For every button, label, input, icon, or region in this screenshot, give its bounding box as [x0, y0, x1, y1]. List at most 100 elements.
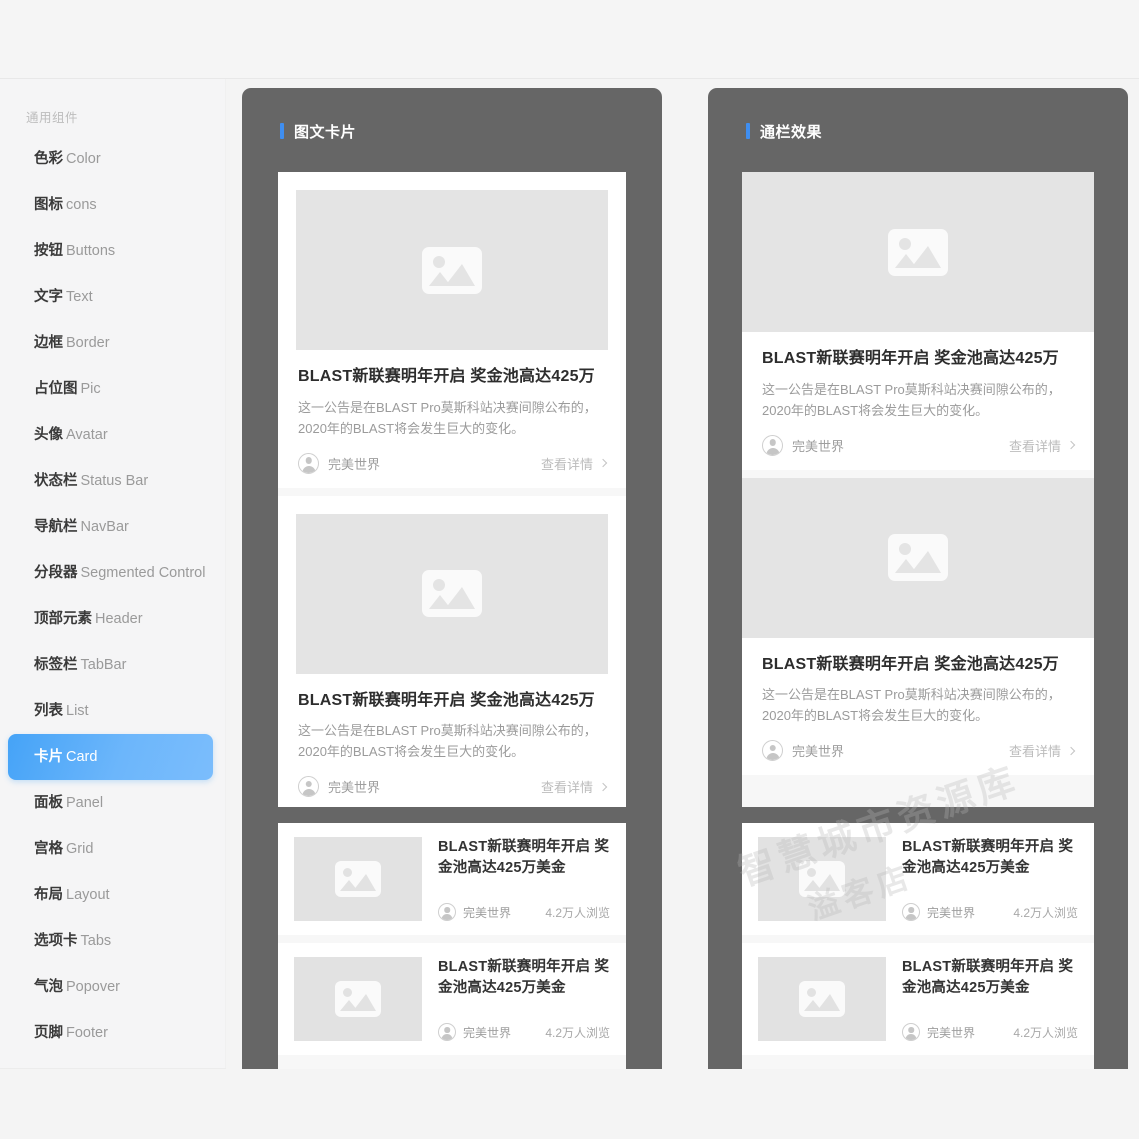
- sidebar-nav: 通用组件 色彩 Color 图标 cons 按钮 Buttons 文字 Text 边框 Borde…: [0, 79, 226, 1069]
- view-detail-link[interactable]: 查看详情: [1009, 741, 1076, 760]
- card-body: BLAST新联赛明年开启 奖金池高达425万 这一公告是在BLAST Pro莫斯科…: [742, 332, 1094, 470]
- sidebar-item-list: 色彩 Color 图标 cons 按钮 Buttons 文字 Text 边框 Border 占位图 P…: [0, 136, 225, 1056]
- sidebar-item-label-en: NavBar: [80, 519, 129, 535]
- image-text-card[interactable]: BLAST新联赛明年开启 奖金池高达425万 这一公告是在BLAST Pro莫斯科…: [278, 495, 626, 807]
- sidebar-item-label-en: List: [66, 703, 89, 719]
- sidebar-item-label-cn: 列表: [34, 703, 63, 719]
- sidebar-item-status-bar[interactable]: 状态栏 Status Bar: [8, 458, 213, 504]
- view-detail-link[interactable]: 查看详情: [541, 777, 608, 796]
- list-card-body: BLAST新联赛明年开启 奖金池高达425万美金 完美世界 4.2万人浏览: [422, 837, 610, 921]
- image-placeholder-icon: [335, 861, 381, 897]
- sidebar-item-label-cn: 顶部元素: [34, 611, 92, 627]
- list-card-title: BLAST新联赛明年开启 奖金池高达425万美金: [902, 959, 1074, 997]
- card-description: 这一公告是在BLAST Pro莫斯科站决赛间隙公布的，2020年的BLAST将会…: [298, 723, 597, 760]
- sidebar-item-tabbar[interactable]: 标签栏 TabBar: [8, 642, 213, 688]
- sidebar-item-text[interactable]: 文字 Text: [8, 274, 213, 320]
- chevron-right-icon: [1066, 746, 1076, 756]
- card-author: 完美世界: [762, 434, 845, 456]
- list-card-author-name: 完美世界: [927, 1025, 976, 1040]
- view-detail-link[interactable]: 查看详情: [541, 454, 608, 473]
- sidebar-item-label-en: Status Bar: [80, 473, 149, 489]
- sidebar-item-border[interactable]: 边框 Border: [8, 320, 213, 366]
- list-card-body: BLAST新联赛明年开启 奖金池高达425万美金 完美世界 4.2万人浏览: [886, 837, 1078, 921]
- sidebar-item-label-en: Pic: [80, 381, 101, 397]
- panel-image-text-card: 图文卡片 BLAST新联赛明年开启 奖金池高达425万这一公告是在BLAST Pr…: [242, 88, 662, 1088]
- image-text-card[interactable]: BLAST新联赛明年开启 奖金池高达425万 这一公告是在BLAST Pro莫斯科…: [742, 172, 1094, 470]
- chevron-right-icon: [1066, 440, 1076, 450]
- view-detail-label: 查看详情: [1008, 438, 1061, 454]
- card-group-image-text: BLAST新联赛明年开启 奖金池高达425万 这一公告是在BLAST Pro莫斯科…: [742, 172, 1094, 807]
- list-card-author: 完美世界: [902, 1023, 975, 1041]
- card-footer: 完美世界 查看详情: [298, 452, 608, 474]
- card-thumbnail: [296, 190, 608, 350]
- sidebar-item-label-en: Header: [95, 611, 143, 627]
- card-footer: 完美世界 查看详情: [762, 740, 1076, 762]
- list-card-thumbnail: [294, 957, 422, 1041]
- sidebar-item-cons[interactable]: 图标 cons: [8, 182, 213, 228]
- card-group-image-text: BLAST新联赛明年开启 奖金池高达425万这一公告是在BLAST Pro莫斯科…: [278, 172, 626, 807]
- sidebar-item-layout[interactable]: 布局 Layout: [8, 872, 213, 918]
- avatar: [438, 903, 456, 921]
- card-title: BLAST新联赛明年开启 奖金池高达425万: [298, 368, 595, 385]
- list-card[interactable]: BLAST新联赛明年开启 奖金池高达425万美金 完美世界 4.2万人浏览: [278, 943, 626, 1055]
- sidebar-item-tabs[interactable]: 选项卡 Tabs: [8, 918, 213, 964]
- sidebar-item-label-en: Color: [66, 151, 101, 167]
- sidebar-item-pic[interactable]: 占位图 Pic: [8, 366, 213, 412]
- image-placeholder-icon: [335, 981, 381, 1017]
- list-card[interactable]: BLAST新联赛明年开启 奖金池高达425万美金 完美世界 4.2万人浏览: [278, 823, 626, 935]
- sidebar-item-label-en: TabBar: [80, 657, 127, 673]
- sidebar-item-list[interactable]: 列表 List: [8, 688, 213, 734]
- sidebar-item-buttons[interactable]: 按钮 Buttons: [8, 228, 213, 274]
- list-card[interactable]: BLAST新联赛明年开启 奖金池高达425万美金 完美世界 4.2万人浏览: [742, 823, 1094, 935]
- card-group-list: BLAST新联赛明年开启 奖金池高达425万美金 完美世界 4.2万人浏览 BLAST…: [278, 823, 626, 1088]
- panel-title-text: 通栏效果: [760, 123, 823, 141]
- sidebar-item-label-en: Layout: [66, 887, 110, 903]
- card-thumbnail-wrap: [742, 477, 1094, 638]
- list-card-view-count: 4.2万人浏览: [1013, 905, 1078, 920]
- sidebar-item-label-cn: 边框: [34, 335, 63, 351]
- sidebar-item-color[interactable]: 色彩 Color: [8, 136, 213, 182]
- sidebar-item-segmented-control[interactable]: 分段器 Segmented Control: [8, 550, 213, 596]
- list-card-thumbnail: [294, 837, 422, 921]
- list-card-author: 完美世界: [902, 903, 975, 921]
- avatar: [762, 740, 783, 762]
- sidebar-item-label-en: Border: [66, 335, 110, 351]
- sidebar-item-label-cn: 文字: [34, 289, 63, 305]
- sidebar-item-panel[interactable]: 面板 Panel: [8, 780, 213, 826]
- placeholder-mountain-icon: [429, 263, 475, 286]
- list-card-title: BLAST新联赛明年开启 奖金池高达425万美金: [438, 839, 610, 877]
- sidebar-item-label-cn: 气泡: [34, 979, 63, 995]
- card-title: BLAST新联赛明年开启 奖金池高达425万: [762, 350, 1059, 367]
- list-card-author: 完美世界: [438, 1023, 511, 1041]
- sidebar-item-label-cn: 按钮: [34, 243, 63, 259]
- image-text-card[interactable]: BLAST新联赛明年开启 奖金池高达425万 这一公告是在BLAST Pro莫斯科…: [278, 172, 626, 488]
- list-card-thumbnail: [758, 957, 886, 1041]
- placeholder-mountain-icon: [804, 874, 840, 891]
- sidebar-item-label-en: Segmented Control: [80, 565, 206, 581]
- sidebar-item-popover[interactable]: 气泡 Popover: [8, 964, 213, 1010]
- image-placeholder-icon: [422, 570, 482, 618]
- list-card-view-count: 4.2万人浏览: [545, 1025, 610, 1040]
- list-card[interactable]: BLAST新联赛明年开启 奖金池高达425万美金 完美世界 4.2万人浏览: [742, 943, 1094, 1055]
- panel-title: 通栏效果: [746, 119, 1128, 143]
- image-text-card[interactable]: BLAST新联赛明年开启 奖金池高达425万 这一公告是在BLAST Pro莫斯科…: [742, 477, 1094, 776]
- card-author-name: 完美世界: [792, 438, 845, 454]
- placeholder-mountain-icon: [429, 587, 475, 610]
- sidebar-item-avatar[interactable]: 头像 Avatar: [8, 412, 213, 458]
- view-detail-link[interactable]: 查看详情: [1008, 436, 1076, 455]
- card-author-name: 完美世界: [328, 456, 381, 472]
- sidebar-item-header[interactable]: 顶部元素 Header: [8, 596, 213, 642]
- sidebar-item-footer[interactable]: 页脚 Footer: [8, 1010, 213, 1056]
- sidebar-item-label-cn: 选项卡: [34, 933, 78, 949]
- card-footer: 完美世界 查看详情: [762, 434, 1076, 456]
- sidebar-item-card[interactable]: 卡片 Card: [8, 734, 213, 780]
- panel-title-text: 图文卡片: [294, 123, 357, 141]
- card-author: 完美世界: [762, 740, 844, 762]
- sidebar-item-grid[interactable]: 宫格 Grid: [8, 826, 213, 872]
- card-thumbnail: [742, 477, 1094, 638]
- image-placeholder-icon: [422, 246, 482, 294]
- card-author-name: 完美世界: [328, 780, 381, 796]
- placeholder-mountain-icon: [340, 874, 376, 891]
- sidebar-item-navbar[interactable]: 导航栏 NavBar: [8, 504, 213, 550]
- card-thumbnail: [742, 172, 1094, 332]
